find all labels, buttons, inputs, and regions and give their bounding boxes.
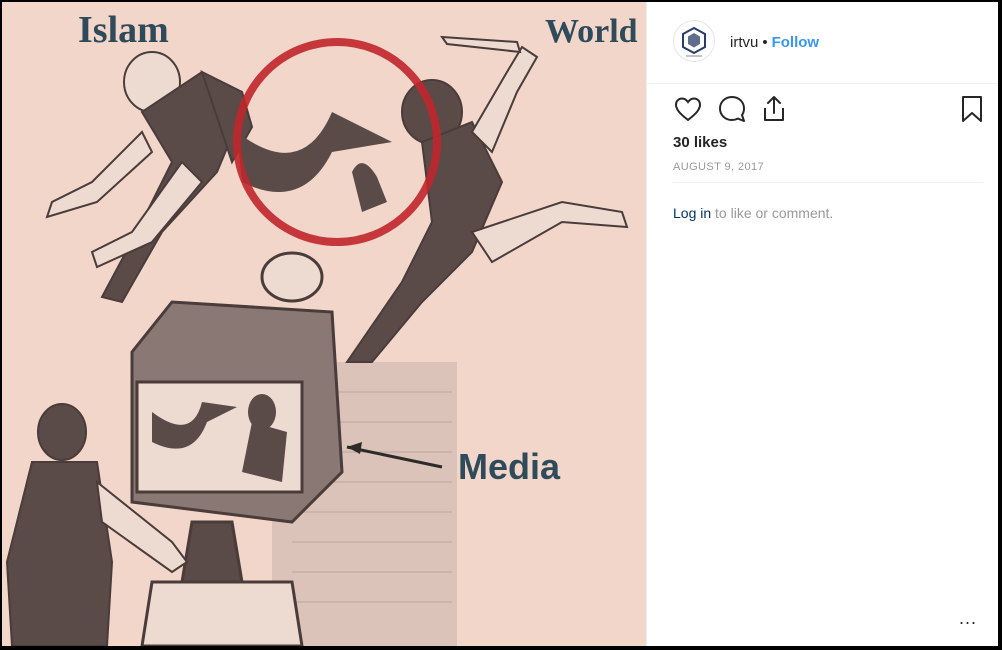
- login-link[interactable]: Log in: [673, 205, 711, 221]
- login-prompt-text: to like or comment.: [711, 205, 834, 221]
- avatar[interactable]: [673, 20, 715, 62]
- share-icon[interactable]: [759, 94, 789, 129]
- post-author: irtvu • Follow: [730, 34, 819, 51]
- post-sidebar: irtvu • Follow 30 likes AUGUST 9, 2017 L…: [646, 2, 998, 646]
- action-bar: [671, 94, 991, 130]
- post-header: irtvu • Follow: [647, 2, 998, 84]
- bookmark-icon[interactable]: [959, 94, 985, 129]
- separator-dot: •: [762, 34, 768, 51]
- likes-count[interactable]: 30 likes: [673, 134, 727, 151]
- hexagon-emblem-icon: [682, 26, 706, 57]
- label-world: World: [545, 13, 638, 50]
- post-date[interactable]: AUGUST 9, 2017: [673, 161, 764, 173]
- cartoon-illustration: Islam World Media: [2, 2, 646, 646]
- follow-button[interactable]: Follow: [772, 34, 820, 51]
- divider: [673, 182, 983, 183]
- more-options-button[interactable]: ...: [959, 608, 977, 629]
- login-prompt: Log in to like or comment.: [673, 205, 833, 221]
- label-islam: Islam: [78, 9, 169, 51]
- post-image[interactable]: Islam World Media: [2, 2, 646, 646]
- username-link[interactable]: irtvu: [730, 34, 758, 51]
- instagram-post-window: Islam World Media irtvu • Follow 30 like…: [2, 2, 998, 646]
- heart-icon[interactable]: [673, 94, 703, 129]
- comment-icon[interactable]: [717, 94, 747, 129]
- label-media: Media: [458, 446, 561, 487]
